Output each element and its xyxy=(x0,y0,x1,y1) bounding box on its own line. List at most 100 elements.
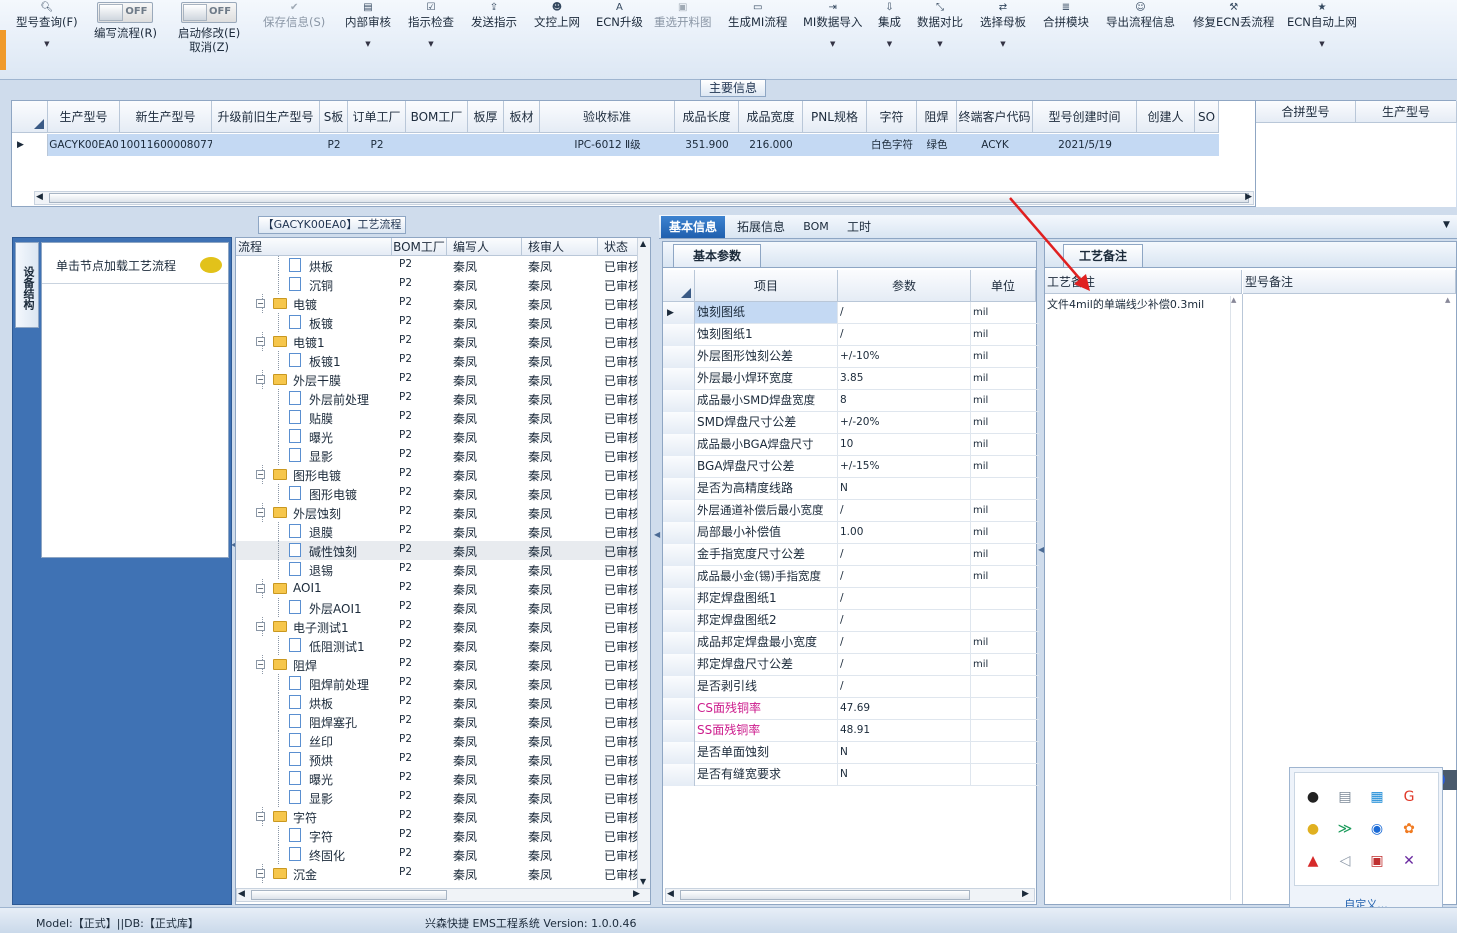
toolbar-button-13[interactable]: ≣ 合拼模块 xyxy=(1043,2,1089,30)
collapse-icon[interactable]: − xyxy=(256,869,265,878)
param-value[interactable]: 47.69 xyxy=(840,698,971,719)
main-info-col-10[interactable]: 成品宽度 xyxy=(739,101,803,133)
main-info-col-5[interactable]: BOM工厂 xyxy=(406,101,468,133)
flow-row[interactable]: 丝印 P2 秦凤 秦凤 已审核 xyxy=(236,731,638,750)
flow-col-status[interactable]: 状态 xyxy=(598,238,638,256)
main-info-col-14[interactable]: 终端客户代码 xyxy=(957,101,1033,133)
param-value[interactable]: / xyxy=(840,544,971,565)
tab-menu-chevron-icon[interactable]: ▼ xyxy=(1443,220,1450,230)
flow-row[interactable]: 曝光 P2 秦凤 秦凤 已审核 xyxy=(236,427,638,446)
toolbar-button-15[interactable]: ⚒ 修复ECN丢流程 xyxy=(1193,2,1274,30)
toolbar-button-14[interactable]: ☺ 导出流程信息 xyxy=(1106,2,1175,30)
flow-row[interactable]: 曝光 P2 秦凤 秦凤 已审核 xyxy=(236,769,638,788)
main-info-col-15[interactable]: 型号创建时间 xyxy=(1033,101,1137,133)
splitter-arrow-icon[interactable]: ◀ xyxy=(654,530,660,539)
toolbar-button-2[interactable]: ▤ 内部审核 ▼ xyxy=(345,2,391,48)
flow-row[interactable]: 碱性蚀刻 P2 秦凤 秦凤 已审核 xyxy=(236,541,638,560)
param-value[interactable]: / xyxy=(840,654,971,675)
flow-row[interactable]: 阻焊塞孔 P2 秦凤 秦凤 已审核 xyxy=(236,712,638,731)
param-value[interactable]: / xyxy=(840,676,971,697)
tab-extended-info[interactable]: 拓展信息 xyxy=(729,216,793,238)
param-row[interactable]: 外层图形蚀刻公差 +/-10% mil xyxy=(663,346,1039,368)
param-row[interactable]: 金手指宽度尺寸公差 / mil xyxy=(663,544,1039,566)
param-value[interactable]: / xyxy=(840,610,971,631)
param-value[interactable]: / xyxy=(840,588,971,609)
param-row[interactable]: SMD焊盘尺寸公差 +/-20% mil xyxy=(663,412,1039,434)
param-value[interactable]: / xyxy=(840,302,971,323)
main-info-cell-4[interactable]: P2 xyxy=(348,134,406,156)
tab-equipment-structure[interactable]: 设备结构 xyxy=(15,242,39,328)
param-value[interactable]: / xyxy=(840,324,971,345)
param-value[interactable]: / xyxy=(840,632,971,653)
scroll-right-icon[interactable]: ▶ xyxy=(633,889,640,899)
main-info-cell-12[interactable]: 白色字符 xyxy=(867,134,917,156)
flow-row[interactable]: 阻焊前处理 P2 秦凤 秦凤 已审核 xyxy=(236,674,638,693)
doc-x-icon[interactable]: ▣ xyxy=(1368,852,1386,870)
param-row[interactable]: 成品最小金(锡)手指宽度 / mil xyxy=(663,566,1039,588)
toolbar-button-11[interactable]: ⤡ 数据对比 ▼ xyxy=(917,2,963,48)
main-info-col-16[interactable]: 创建人 xyxy=(1137,101,1195,133)
toolbar-button-12[interactable]: ⇄ 选择母板 ▼ xyxy=(980,2,1026,48)
main-info-cell-5[interactable] xyxy=(406,134,468,156)
main-info-col-0[interactable]: 生产型号 xyxy=(48,101,120,133)
main-info-cell-13[interactable]: 绿色 xyxy=(917,134,957,156)
main-info-cell-11[interactable] xyxy=(803,134,867,156)
flow-col-bom[interactable]: BOM工厂 xyxy=(392,238,447,256)
scroll-thumb[interactable] xyxy=(680,890,970,900)
collapse-icon[interactable]: − xyxy=(256,299,265,308)
param-value[interactable]: / xyxy=(840,566,971,587)
param-value[interactable]: N xyxy=(840,478,971,499)
triangle-icon[interactable]: ▲ xyxy=(1304,852,1322,870)
flow-row[interactable]: − 图形电镀 P2 秦凤 秦凤 已审核 xyxy=(236,465,638,484)
flow-row[interactable]: 显影 P2 秦凤 秦凤 已审核 xyxy=(236,446,638,465)
flow-row[interactable]: 外层AOI1 P2 秦凤 秦凤 已审核 xyxy=(236,598,638,617)
params-col-item[interactable]: 项目 xyxy=(695,270,838,302)
merge-col-0[interactable]: 合拼型号 xyxy=(1256,101,1356,123)
params-hscroll[interactable]: ◀ ▶ xyxy=(665,888,1035,902)
main-info-cell-17[interactable] xyxy=(1195,134,1219,156)
flow-row[interactable]: − 阻焊 P2 秦凤 秦凤 已审核 xyxy=(236,655,638,674)
qr-icon[interactable]: ▦ xyxy=(1368,788,1386,806)
arrows-icon[interactable]: ≫ xyxy=(1336,820,1354,838)
flow-row[interactable]: 沉铜 P2 秦凤 秦凤 已审核 xyxy=(236,275,638,294)
toolbar-button-5[interactable]: ☻ 文控上网 xyxy=(534,2,580,30)
main-info-col-2[interactable]: 升级前旧生产型号 xyxy=(212,101,320,133)
toolbar-button-10[interactable]: ⇩ 集成 ▼ xyxy=(878,2,901,48)
flow-col-author[interactable]: 编写人 xyxy=(447,238,522,256)
main-info-cell-14[interactable]: ACYK xyxy=(957,134,1033,156)
toolbar-button-6[interactable]: A ECN升级 xyxy=(596,2,643,30)
toolbar-button-9[interactable]: ⇥ MI数据导入 ▼ xyxy=(803,2,862,48)
main-info-cell-3[interactable]: P2 xyxy=(320,134,348,156)
flow-col-reviewer[interactable]: 核审人 xyxy=(522,238,598,256)
main-info-cell-6[interactable] xyxy=(468,134,504,156)
main-info-cell-8[interactable]: IPC-6012 Ⅱ级 xyxy=(540,134,675,156)
param-row[interactable]: 外层最小焊环宽度 3.85 mil xyxy=(663,368,1039,390)
flow-hscroll[interactable]: ◀ ▶ xyxy=(236,888,650,902)
flow-row[interactable]: 低阻测试1 P2 秦凤 秦凤 已审核 xyxy=(236,636,638,655)
model-notes-vscroll[interactable]: ▲ xyxy=(1445,296,1450,304)
flow-row[interactable]: 退锡 P2 秦凤 秦凤 已审核 xyxy=(236,560,638,579)
flow-row[interactable]: 烘板 P2 秦凤 秦凤 已审核 xyxy=(236,256,638,275)
flow-row[interactable]: 板镀 P2 秦凤 秦凤 已审核 xyxy=(236,313,638,332)
x-icon[interactable]: ✕ xyxy=(1400,852,1418,870)
param-row[interactable]: 成品最小BGA焊盘尺寸 10 mil xyxy=(663,434,1039,456)
paw-icon[interactable]: ● xyxy=(1304,788,1322,806)
collapse-icon[interactable]: − xyxy=(256,812,265,821)
ball-icon[interactable]: ● xyxy=(1304,820,1322,838)
flow-row[interactable]: − 外层干膜 P2 秦凤 秦凤 已审核 xyxy=(236,370,638,389)
param-value[interactable]: 10 xyxy=(840,434,971,455)
main-info-col-6[interactable]: 板厚 xyxy=(468,101,504,133)
param-row[interactable]: 成品邦定焊盘最小宽度 / mil xyxy=(663,632,1039,654)
flow-row[interactable]: − AOI1 P2 秦凤 秦凤 已审核 xyxy=(236,579,638,598)
flow-row[interactable]: 字符 P2 秦凤 秦凤 已审核 xyxy=(236,826,638,845)
params-col-value[interactable]: 参数 xyxy=(838,270,971,302)
collapse-icon[interactable]: − xyxy=(256,508,265,517)
flow-col-name[interactable]: 流程 xyxy=(236,238,392,256)
scroll-left-icon[interactable]: ◀ xyxy=(238,889,245,899)
param-value[interactable]: 8 xyxy=(840,390,971,411)
collapse-icon[interactable]: − xyxy=(256,584,265,593)
main-info-col-1[interactable]: 新生产型号 xyxy=(120,101,212,133)
main-info-cell-0[interactable]: GACYK00EA0 xyxy=(48,134,120,156)
main-info-col-11[interactable]: PNL规格 xyxy=(803,101,867,133)
notes-vscroll[interactable]: ▲ xyxy=(1230,296,1242,900)
